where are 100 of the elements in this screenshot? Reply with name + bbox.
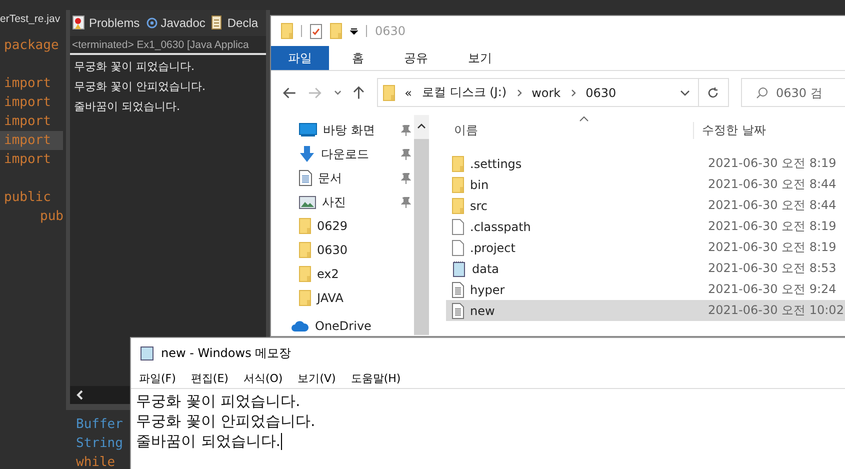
- file-row[interactable]: .classpath 2021-06-30 오전 8:19: [446, 216, 845, 237]
- code-text: String: [76, 436, 123, 451]
- search-field[interactable]: 0630 검: [741, 78, 845, 107]
- code-line: pub: [39, 208, 63, 226]
- folder-icon: [330, 23, 342, 39]
- folder-icon: [452, 176, 464, 192]
- view-tab[interactable]: Problems: [72, 15, 140, 31]
- picture-icon: [299, 196, 316, 208]
- menu-item[interactable]: 도움말(H): [350, 370, 401, 386]
- file-date: 2021-06-30 오전 8:44: [708, 176, 836, 193]
- dropdown-icon[interactable]: [350, 27, 358, 35]
- breadcrumb[interactable]: 0630: [586, 86, 616, 100]
- file-date: 2021-06-30 오전 8:19: [708, 218, 836, 235]
- file-row[interactable]: new 2021-06-30 오전 10:02: [446, 300, 845, 321]
- search-icon: [756, 86, 768, 98]
- nav-item[interactable]: 다운로드: [299, 142, 411, 166]
- code-line: import: [3, 151, 52, 169]
- blank-file-icon: [452, 240, 464, 256]
- scroll-up-icon[interactable]: [417, 123, 426, 129]
- file-row[interactable]: src 2021-06-30 오전 8:44: [446, 195, 845, 216]
- file-name: .classpath: [470, 220, 531, 234]
- document-icon: [211, 15, 224, 31]
- code-line: import: [3, 75, 52, 93]
- notepad-icon: [452, 260, 466, 276]
- nav-item[interactable]: 바탕 화면: [299, 118, 411, 142]
- file-name: src: [470, 198, 488, 212]
- view-tab[interactable]: Decla: [211, 15, 258, 31]
- file-row[interactable]: .settings 2021-06-30 오전 8:19: [446, 153, 845, 174]
- file-date: 2021-06-30 오전 8:19: [708, 239, 836, 256]
- folder-icon: [452, 156, 464, 172]
- scroll-left-icon[interactable]: [76, 390, 84, 400]
- folder-icon: [281, 23, 293, 39]
- console-output-line: 무궁화 꽃이 안피었습니다.: [74, 79, 206, 95]
- ribbon-tab[interactable]: 파일: [271, 46, 329, 70]
- blank-file-icon: [452, 218, 464, 234]
- file-row[interactable]: hyper 2021-06-30 오전 9:24: [446, 279, 845, 300]
- file-name: .settings: [470, 156, 522, 170]
- ribbon-tab[interactable]: 공유: [387, 46, 445, 70]
- code-line: public: [3, 189, 52, 207]
- pin-icon[interactable]: [401, 124, 411, 136]
- menu-item[interactable]: 서식(O): [243, 370, 283, 386]
- monitor-icon: [299, 123, 317, 137]
- chevron-right-icon: [516, 88, 522, 96]
- editor-tab[interactable]: erTest_re.jav: [0, 13, 60, 25]
- menu-item[interactable]: 파일(F): [139, 370, 176, 386]
- breadcrumb[interactable]: work: [532, 86, 561, 100]
- nav-item[interactable]: JAVA: [299, 286, 411, 310]
- file-row[interactable]: data 2021-06-30 오전 8:53: [446, 258, 845, 279]
- folder-icon: [299, 242, 311, 258]
- chevron-right-icon: [570, 88, 576, 96]
- window-title: new - Windows 메모장: [161, 344, 292, 362]
- file-date: 2021-06-30 오전 9:24: [708, 281, 836, 298]
- file-row[interactable]: bin 2021-06-30 오전 8:44: [446, 174, 845, 195]
- code-text: while: [76, 455, 116, 469]
- column-header[interactable]: 수정한 날짜: [694, 122, 766, 138]
- text-area[interactable]: 무궁화 꽃이 피었습니다. 무궁화 꽃이 안피었습니다. 줄바꿈이 되었습니다.: [131, 388, 845, 453]
- nav-item[interactable]: ex2: [299, 262, 411, 286]
- pin-icon[interactable]: [401, 148, 411, 160]
- window-title: 0630: [375, 24, 406, 38]
- ribbon-tab[interactable]: 홈: [335, 46, 381, 70]
- refresh-button[interactable]: [698, 78, 729, 107]
- download-arrow-icon: [299, 146, 315, 162]
- breadcrumb[interactable]: 로컬 디스크 (J:): [422, 84, 507, 101]
- view-tab[interactable]: Javadoc: [146, 16, 206, 30]
- menu-item[interactable]: 편집(E): [190, 370, 228, 386]
- address-bar[interactable]: « 로컬 디스크 (J:) work 0630: [376, 78, 699, 107]
- file-name: bin: [470, 178, 489, 192]
- up-icon[interactable]: [353, 86, 365, 100]
- text-file-icon: [452, 282, 464, 298]
- file-row[interactable]: .project 2021-06-30 오전 8:19: [446, 237, 845, 258]
- file-name: data: [472, 262, 500, 276]
- overflow-chevron[interactable]: «: [404, 86, 412, 100]
- nav-item[interactable]: 0629: [299, 214, 411, 238]
- chevron-down-icon[interactable]: [334, 90, 342, 96]
- back-icon[interactable]: [283, 86, 296, 98]
- folder-icon: [382, 84, 395, 100]
- refresh-icon: [707, 86, 720, 98]
- file-date: 2021-06-30 오전 8:19: [708, 155, 836, 172]
- menu-item[interactable]: 보기(V): [298, 370, 336, 386]
- column-header[interactable]: 이름: [446, 122, 694, 138]
- folder-icon: [299, 290, 311, 306]
- chevron-down-icon[interactable]: [680, 90, 690, 96]
- nav-item[interactable]: OneDrive: [291, 314, 403, 338]
- nav-item[interactable]: 사진: [299, 190, 411, 214]
- problems-icon: [72, 15, 86, 31]
- code-text: Buffer: [76, 417, 123, 432]
- pin-icon[interactable]: [401, 172, 411, 184]
- code-line: package: [3, 37, 60, 55]
- file-name: new: [470, 304, 495, 318]
- file-name: hyper: [470, 282, 505, 296]
- file-date: 2021-06-30 오전 10:02: [708, 302, 844, 319]
- notepad-icon: [139, 345, 155, 361]
- file-date: 2021-06-30 오전 8:53: [708, 260, 836, 277]
- nav-item[interactable]: 문서: [299, 166, 411, 190]
- ribbon-tab[interactable]: 보기: [451, 46, 509, 70]
- properties-icon[interactable]: [310, 24, 322, 38]
- nav-item[interactable]: 0630: [299, 238, 411, 262]
- sort-caret-icon[interactable]: [579, 116, 589, 122]
- folder-icon: [299, 266, 311, 282]
- pin-icon[interactable]: [401, 196, 411, 208]
